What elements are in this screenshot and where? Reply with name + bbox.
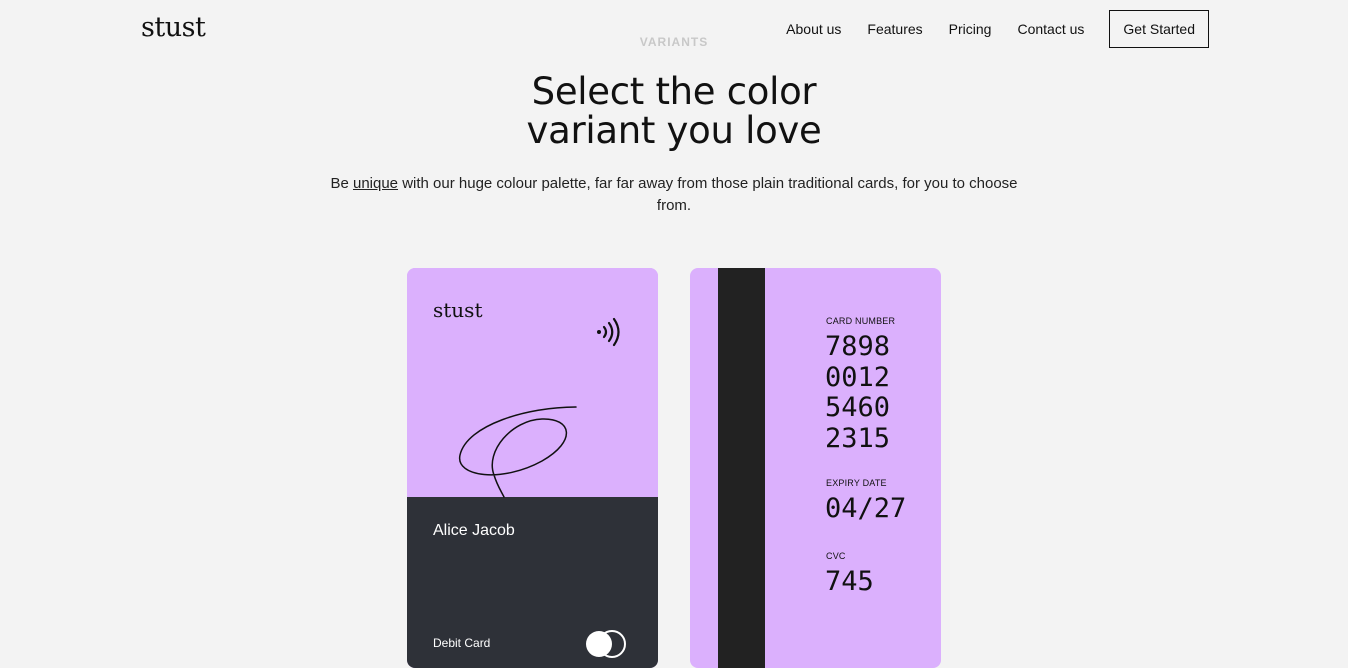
magnetic-stripe bbox=[718, 268, 765, 668]
subtitle-pre: Be bbox=[330, 175, 353, 192]
card-number: 7898 0012 5460 2315 bbox=[825, 331, 891, 454]
title-line-2: variant you love bbox=[526, 109, 822, 152]
subtitle-emphasis: unique bbox=[352, 175, 399, 192]
card-type-label: Debit Card bbox=[433, 636, 491, 650]
section-subtitle: Be unique with our huge colour palette, … bbox=[324, 173, 1024, 217]
card-number-group: 0012 bbox=[825, 361, 891, 393]
section-title: Select the color variant you love bbox=[0, 72, 1348, 150]
card-number-group: 7898 bbox=[825, 331, 891, 362]
card-front: stust Alice Jacob Debit Card bbox=[407, 268, 658, 668]
expiry-label: EXPIRY DATE bbox=[826, 478, 887, 488]
subtitle-post: with our huge colour palette, far far aw… bbox=[398, 175, 1018, 214]
card-number-label: CARD NUMBER bbox=[826, 316, 896, 326]
mastercard-logo-icon bbox=[586, 630, 626, 658]
section-eyebrow: VARIANTS bbox=[639, 35, 709, 49]
card-logo: stust bbox=[433, 298, 483, 322]
signature-icon bbox=[459, 406, 577, 498]
expiry-date: 04/27 bbox=[825, 493, 907, 524]
card-back: CARD NUMBER 7898 0012 5460 2315 EXPIRY D… bbox=[690, 268, 941, 668]
cardholder-name: Alice Jacob bbox=[433, 522, 515, 539]
card-number-group: 2315 bbox=[825, 422, 891, 454]
cvc-value: 745 bbox=[825, 566, 874, 597]
contactless-icon bbox=[597, 317, 620, 347]
cvc-label: CVC bbox=[826, 551, 846, 561]
card-number-group: 5460 bbox=[825, 392, 891, 423]
title-line-1: Select the color bbox=[531, 70, 817, 113]
